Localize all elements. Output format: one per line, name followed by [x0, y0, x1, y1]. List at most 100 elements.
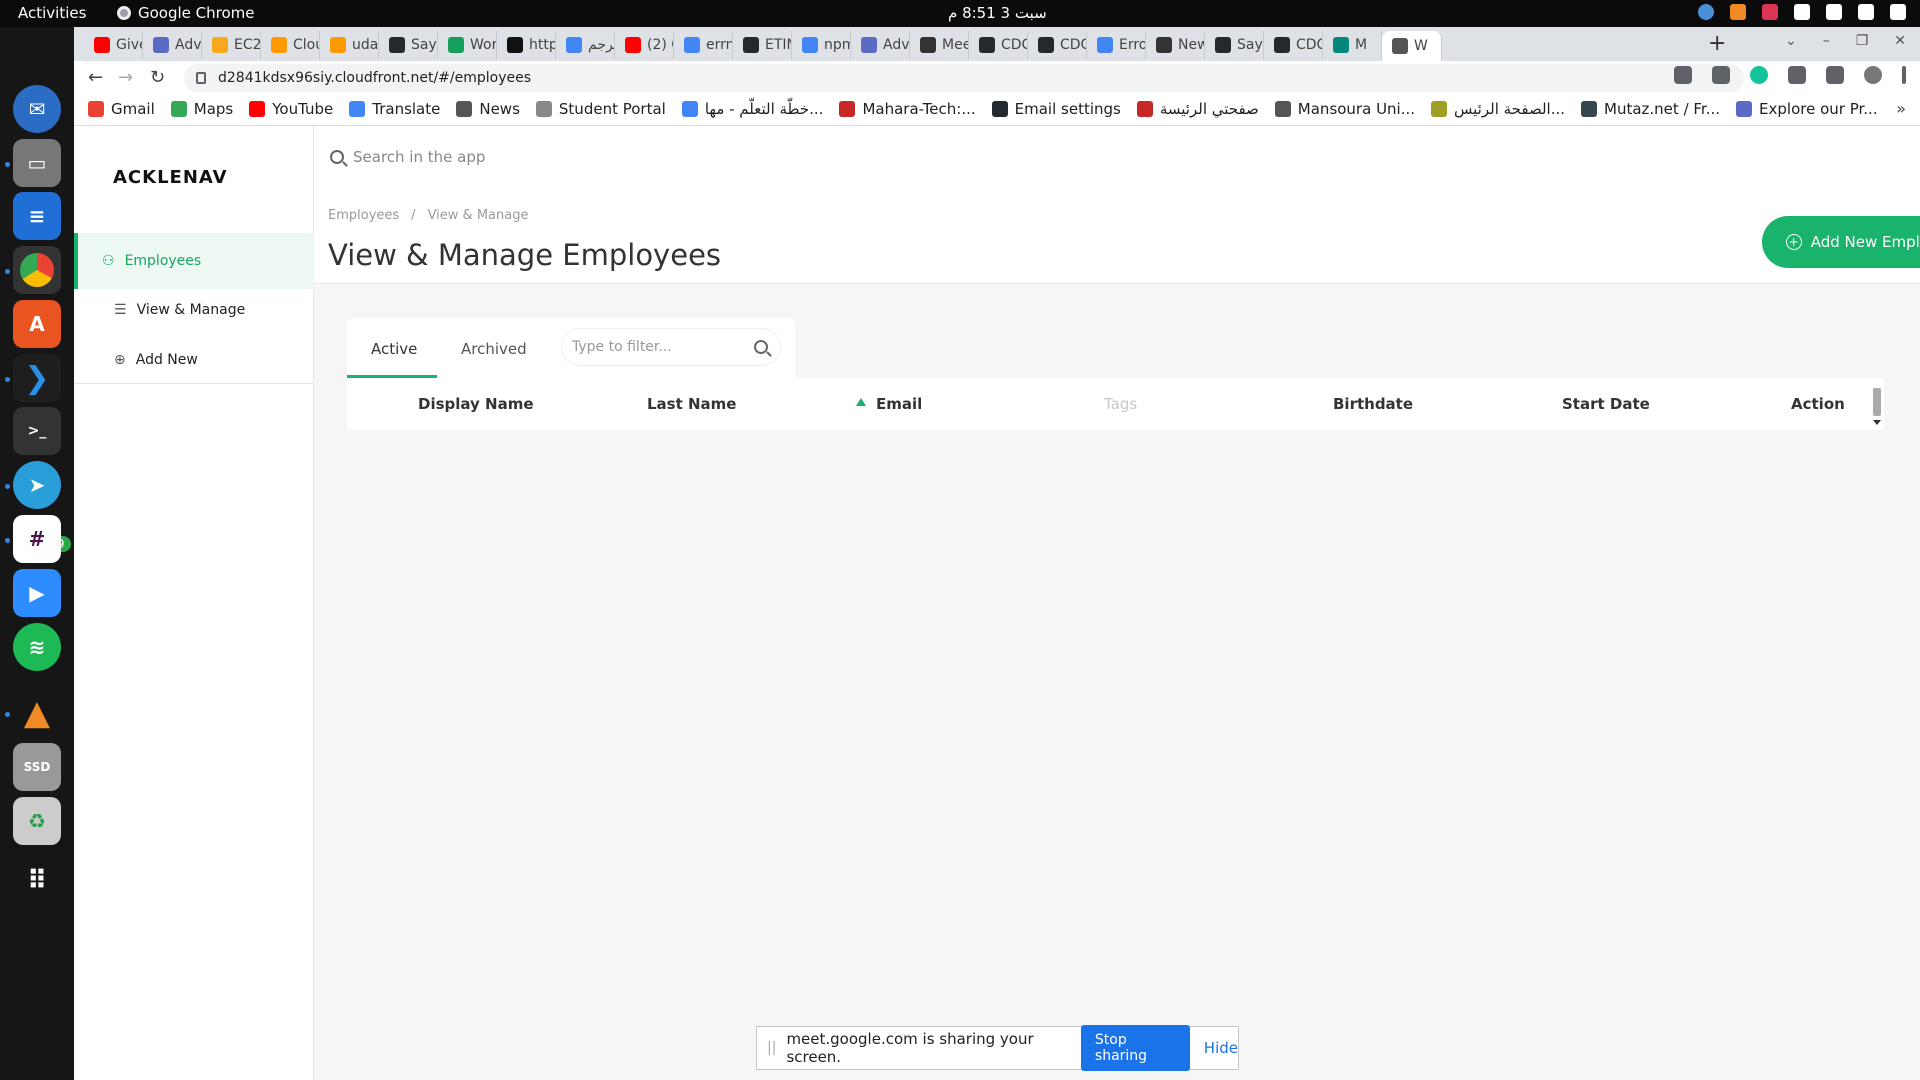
tab-active[interactable]: Active — [371, 340, 417, 358]
bookmark-item[interactable]: الصفحة الرئيس... — [1431, 100, 1565, 118]
minimize-icon[interactable]: – — [1823, 33, 1830, 49]
browser-tab[interactable]: Wor — [438, 31, 497, 59]
browser-tab[interactable]: Give — [84, 31, 143, 59]
back-icon[interactable]: ← — [88, 67, 103, 88]
reload-icon[interactable]: ↻ — [150, 67, 165, 88]
browser-tab[interactable]: M — [1323, 31, 1382, 59]
browser-tab[interactable]: New — [1146, 31, 1205, 59]
bookmark-item[interactable]: Mansoura Uni... — [1274, 100, 1415, 118]
bookmark-item[interactable]: Mahara-Tech:... — [839, 100, 976, 118]
browser-tab[interactable]: Clou — [261, 31, 320, 59]
browser-tab[interactable]: EC2 — [202, 31, 261, 59]
browser-tab[interactable]: Saye — [379, 31, 438, 59]
stop-sharing-button[interactable]: Stop sharing — [1080, 1025, 1190, 1071]
browser-tab[interactable]: npm — [792, 31, 851, 59]
software-center-icon[interactable]: A — [13, 300, 61, 348]
show-apps-icon[interactable]: ⠿ — [13, 857, 61, 905]
add-new-employee-button[interactable]: + Add New Employee — [1762, 216, 1920, 268]
telegram-icon[interactable]: ➤ — [13, 461, 61, 509]
column-email[interactable]: Email — [876, 395, 922, 413]
bookmark-item[interactable]: News — [456, 100, 520, 118]
browser-tab[interactable]: Adv — [143, 31, 202, 59]
chrome-dock-icon[interactable] — [13, 246, 61, 294]
bookmark-star-icon[interactable] — [1712, 66, 1730, 84]
bookmark-label: News — [479, 100, 520, 118]
bookmark-item[interactable]: Translate — [349, 100, 440, 118]
share-icon[interactable] — [1674, 66, 1692, 84]
bookmark-item[interactable]: Maps — [170, 100, 233, 118]
trash-icon[interactable]: ♻ — [13, 797, 61, 845]
column-start-date[interactable]: Start Date — [1562, 395, 1650, 413]
restore-icon[interactable]: ❐ — [1856, 33, 1869, 49]
writer-icon[interactable]: ≡ — [13, 192, 61, 240]
forward-icon[interactable]: → — [118, 67, 133, 88]
hide-button[interactable]: Hide — [1204, 1039, 1238, 1057]
app-search[interactable]: Search in the app — [330, 148, 485, 166]
side-panel-icon[interactable] — [1826, 66, 1844, 84]
bookmark-favicon-icon — [456, 101, 473, 117]
bookmark-item[interactable]: Mutaz.net / Fr... — [1581, 100, 1720, 118]
column-last-name[interactable]: Last Name — [647, 395, 736, 413]
url-field[interactable]: d2841kdsx96siy.cloudfront.net/#/employee… — [184, 64, 1744, 92]
scroll-down-icon[interactable] — [1873, 420, 1881, 425]
bookmark-label: Explore our Pr... — [1759, 100, 1878, 118]
breadcrumb-employees[interactable]: Employees — [328, 208, 399, 223]
table-scrollbar[interactable] — [1873, 388, 1881, 416]
browser-tab[interactable]: Adv — [851, 31, 910, 59]
bookmark-item[interactable]: Student Portal — [535, 100, 666, 118]
bookmark-item[interactable]: خطّة التعلّم - مها... — [681, 100, 823, 118]
browser-tab[interactable]: W — [1382, 31, 1442, 61]
app-menu[interactable]: Google Chrome — [117, 4, 255, 22]
logo[interactable]: ACKLENAV — [113, 167, 228, 188]
browser-tab[interactable]: uda — [320, 31, 379, 59]
column-birthdate[interactable]: Birthdate — [1333, 395, 1413, 413]
menu-icon[interactable] — [1902, 66, 1906, 84]
close-icon[interactable]: ✕ — [1894, 33, 1906, 49]
sidebar-item-label: Employees — [124, 253, 202, 269]
column-display-name[interactable]: Display Name — [418, 395, 534, 413]
tab-label: Clou — [293, 37, 319, 53]
vlc-icon[interactable]: ▲ — [13, 689, 61, 737]
bookmark-item[interactable]: Explore our Pr... — [1736, 100, 1878, 118]
browser-tab[interactable]: Saye — [1205, 31, 1264, 59]
more-bookmarks-icon[interactable]: » — [1896, 99, 1906, 118]
filter-input[interactable]: Type to filter... — [561, 328, 781, 366]
browser-tab[interactable]: CDC — [969, 31, 1028, 59]
zoom-icon[interactable]: ▶ — [13, 569, 61, 617]
profile-avatar[interactable] — [1864, 66, 1882, 84]
spotify-icon[interactable]: ≋ — [13, 623, 61, 671]
bookmark-item[interactable]: Email settings — [991, 100, 1121, 118]
sidebar-item-add-new[interactable]: ⊕ Add New — [114, 352, 198, 368]
activities-button[interactable]: Activities — [18, 4, 86, 22]
search-icon — [754, 340, 768, 354]
browser-tab[interactable]: CDC — [1264, 31, 1323, 59]
browser-tab[interactable]: Erro — [1087, 31, 1146, 59]
grammarly-icon[interactable] — [1750, 66, 1768, 84]
extensions-icon[interactable] — [1788, 66, 1806, 84]
browser-tab[interactable]: http — [497, 31, 556, 59]
vscode-icon[interactable]: ❯ — [13, 354, 61, 402]
slack-icon[interactable]: # — [13, 515, 61, 563]
chevron-down-icon[interactable]: ⌄ — [1785, 33, 1797, 49]
browser-tab[interactable]: errn — [674, 31, 733, 59]
browser-tab[interactable]: ترجم — [556, 31, 615, 59]
tab-archived[interactable]: Archived — [461, 340, 527, 358]
browser-tab[interactable]: CDC — [1028, 31, 1087, 59]
browser-tab[interactable]: ETIN — [733, 31, 792, 59]
drag-handle-icon[interactable]: || — [767, 1040, 776, 1056]
drive-icon[interactable]: SSD — [13, 743, 61, 791]
system-tray[interactable] — [1698, 4, 1906, 20]
files-icon[interactable]: ▭ — [13, 139, 61, 187]
bookmark-item[interactable]: YouTube — [249, 100, 333, 118]
browser-tab[interactable]: (2) C — [615, 31, 674, 59]
thunderbird-icon[interactable]: ✉ — [13, 85, 61, 133]
running-indicator — [5, 538, 10, 543]
sidebar-item-employees[interactable]: ⚇ Employees — [74, 233, 314, 289]
clock[interactable]: سبت 3 8:51 م — [948, 4, 1047, 22]
sidebar-item-view-manage[interactable]: ☰ View & Manage — [114, 302, 245, 318]
new-tab-button[interactable]: + — [1708, 31, 1726, 56]
bookmark-item[interactable]: Gmail — [88, 100, 155, 118]
browser-tab[interactable]: Mee — [910, 31, 969, 59]
bookmark-item[interactable]: صفحتي الرئيسة — [1136, 100, 1259, 118]
terminal-icon[interactable]: >_ — [13, 407, 61, 455]
